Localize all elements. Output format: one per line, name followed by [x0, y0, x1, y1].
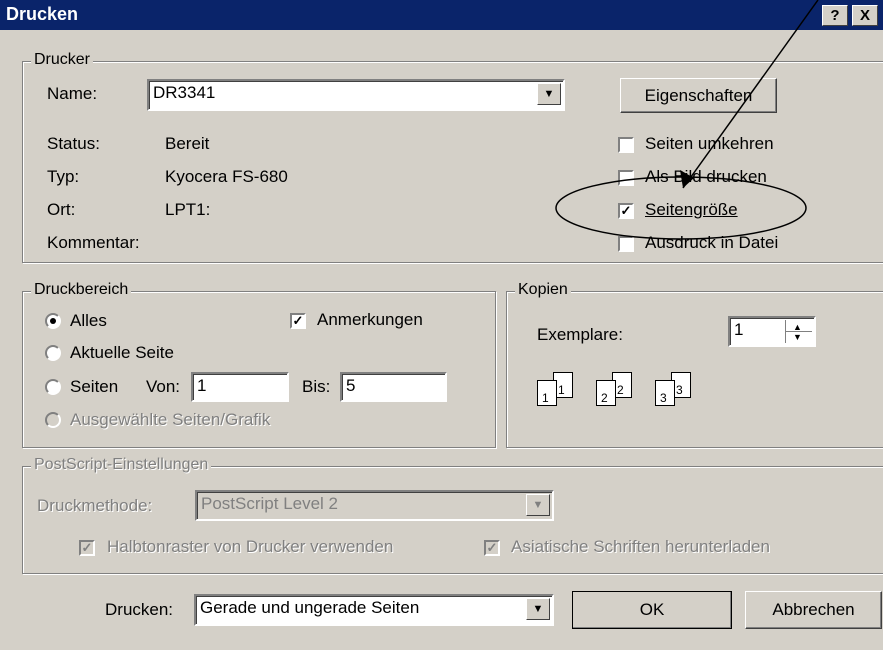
halftone-checkbox[interactable]: ✓	[79, 540, 95, 556]
copy-page-icon: 1	[537, 380, 557, 406]
printer-name-value: DR3341	[153, 83, 216, 102]
printer-name-label: Name:	[47, 84, 98, 103]
range-pages-radio[interactable]	[45, 379, 61, 395]
spinner-arrows-icon[interactable]: ▲ ▼	[785, 320, 812, 343]
annotations-label: Anmerkungen	[317, 310, 423, 329]
ok-button[interactable]: OK	[572, 591, 732, 629]
chevron-down-icon[interactable]: ▼	[526, 494, 550, 516]
range-pages-label: Seiten	[70, 377, 119, 396]
copies-group-label: Kopien	[515, 281, 571, 299]
copies-count-value: 1	[734, 320, 744, 339]
range-all-label: Alles	[70, 311, 107, 330]
copies-group: Kopien	[506, 281, 883, 448]
print-dialog: Drucken ? X Drucker Name: DR3341 ▼ Eigen…	[0, 0, 883, 650]
print-method-label: Druckmethode:	[37, 496, 153, 515]
location-value: LPT1:	[165, 200, 211, 219]
range-selection-label: Ausgewählte Seiten/Grafik	[70, 410, 271, 429]
properties-button[interactable]: Eigenschaften	[620, 78, 777, 113]
chevron-down-icon[interactable]: ▼	[537, 83, 561, 105]
range-from-value: 1	[197, 376, 207, 395]
page-size-checkbox[interactable]: ✓	[618, 203, 634, 219]
page-size-label: Seitengröße	[645, 200, 738, 219]
range-to-value: 5	[346, 376, 356, 395]
annotations-checkbox[interactable]: ✓	[290, 313, 306, 329]
printer-name-select[interactable]: DR3341 ▼	[147, 79, 565, 111]
status-value: Bereit	[165, 134, 210, 153]
reverse-pages-checkbox[interactable]	[618, 137, 634, 153]
copies-count-label: Exemplare:	[537, 325, 623, 344]
copy-page-icon: 2	[596, 380, 616, 406]
range-to-label: Bis:	[302, 377, 331, 396]
range-to-input[interactable]: 5	[340, 372, 447, 402]
copies-count-spinner[interactable]: 1 ▲ ▼	[728, 316, 816, 347]
close-button[interactable]: X	[852, 5, 878, 26]
print-as-image-label: Als Bild drucken	[645, 167, 767, 186]
postscript-group-label: PostScript-Einstellungen	[31, 456, 212, 474]
print-method-value: PostScript Level 2	[201, 494, 339, 513]
print-to-file-label: Ausdruck in Datei	[645, 233, 779, 252]
range-selection-radio[interactable]	[45, 412, 61, 428]
reverse-pages-label: Seiten umkehren	[645, 134, 774, 153]
print-pages-select[interactable]: Gerade und ungerade Seiten ▼	[194, 594, 554, 626]
print-range-group-label: Druckbereich	[31, 281, 132, 299]
asian-fonts-label: Asiatische Schriften herunterladen	[511, 537, 770, 556]
print-method-select[interactable]: PostScript Level 2 ▼	[195, 490, 554, 521]
printer-group-label: Drucker	[31, 51, 94, 69]
type-value: Kyocera FS-680	[165, 167, 288, 186]
status-label: Status:	[47, 134, 100, 153]
location-label: Ort:	[47, 200, 76, 219]
range-all-radio[interactable]	[45, 313, 61, 329]
print-pages-value: Gerade und ungerade Seiten	[200, 598, 420, 617]
copy-page-icon: 3	[655, 380, 675, 406]
chevron-down-icon[interactable]: ▼	[526, 598, 550, 620]
title-bar[interactable]: Drucken ? X	[0, 0, 883, 30]
cancel-button[interactable]: Abbrechen	[745, 591, 882, 629]
print-as-image-checkbox[interactable]	[618, 170, 634, 186]
window-title: Drucken	[6, 4, 79, 24]
range-from-input[interactable]: 1	[191, 372, 289, 402]
print-pages-label: Drucken:	[105, 600, 174, 619]
halftone-label: Halbtonraster von Drucker verwenden	[107, 537, 394, 556]
range-current-label: Aktuelle Seite	[70, 343, 174, 362]
comment-label: Kommentar:	[47, 233, 140, 252]
help-button[interactable]: ?	[822, 5, 848, 26]
range-from-label: Von:	[146, 377, 181, 396]
print-to-file-checkbox[interactable]	[618, 236, 634, 252]
type-label: Typ:	[47, 167, 80, 186]
asian-fonts-checkbox[interactable]: ✓	[484, 540, 500, 556]
range-current-radio[interactable]	[45, 345, 61, 361]
